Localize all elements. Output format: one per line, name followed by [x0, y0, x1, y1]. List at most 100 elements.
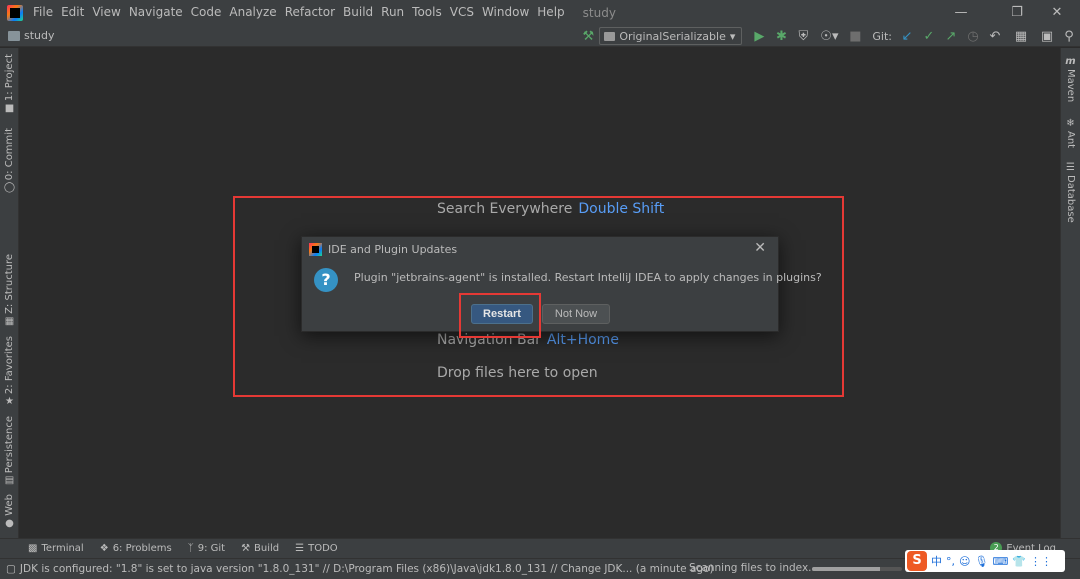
menu-help[interactable]: Help [533, 0, 568, 25]
menu-bar: File Edit View Navigate Code Analyze Ref… [0, 0, 1080, 25]
window-title: study [582, 5, 616, 20]
tab-favorites[interactable]: 2: Favorites ★ [0, 336, 19, 409]
menu-file[interactable]: File [29, 0, 57, 25]
tab-persistence[interactable]: Persistence ▤ [0, 416, 19, 488]
menu-build[interactable]: Build [339, 0, 377, 25]
run-config-label: OriginalSerializable [619, 29, 726, 43]
status-message[interactable]: ▢ JDK is configured: "1.8" is set to jav… [6, 563, 714, 575]
history-icon[interactable]: ◷ [962, 25, 984, 47]
intellij-logo-icon [7, 4, 23, 21]
hint-navigation-bar: Navigation Bar Alt+Home [437, 332, 619, 348]
dialog-message: Plugin "jetbrains-agent" is installed. R… [354, 271, 822, 284]
indexing-status-text[interactable]: Scanning files to index... [689, 562, 818, 574]
hint-search-everywhere: Search Everywhere Double Shift [437, 201, 665, 217]
build-hammer-icon[interactable]: ⚒ [577, 25, 599, 47]
menu-refactor[interactable]: Refactor [281, 0, 339, 25]
tab-build[interactable]: ⚒ Build [241, 543, 279, 554]
indexing-progress-fill [812, 567, 880, 571]
message-icon: ▢ [6, 563, 16, 575]
menu-code[interactable]: Code [187, 0, 226, 25]
presentation-icon[interactable]: ▣ [1036, 25, 1058, 47]
tab-maven[interactable]: m Maven [1061, 54, 1080, 102]
tab-problems[interactable]: ❖ 6: Problems [100, 543, 172, 554]
ant-icon: ❄ [1066, 118, 1075, 129]
microphone-icon[interactable]: 🎙 [974, 555, 988, 568]
folder-icon: ■ [4, 103, 15, 115]
git-label: Git: [872, 29, 892, 43]
menu-vcs[interactable]: VCS [446, 0, 478, 25]
ime-punctuation[interactable]: °, [946, 555, 955, 568]
terminal-icon: ▩ [28, 543, 38, 554]
tab-structure[interactable]: Z: Structure ▦ [0, 254, 19, 329]
database-icon: ☰ [1066, 162, 1075, 173]
menu-run[interactable]: Run [377, 0, 408, 25]
navigation-toolbar: study ⚒ OriginalSerializable ▾ ▶ ✱ ⛨ ☉▾ … [0, 25, 1080, 47]
hammer-icon: ⚒ [241, 543, 251, 554]
indexing-progress-bar[interactable] [812, 567, 902, 571]
hint-drop-files: Drop files here to open [437, 365, 598, 381]
project-name: study [24, 29, 55, 42]
restore-icon[interactable]: ❐ [1000, 0, 1034, 25]
menu-analyze[interactable]: Analyze [225, 0, 280, 25]
not-now-button[interactable]: Not Now [542, 304, 610, 324]
tab-ant[interactable]: ❄ Ant [1061, 116, 1080, 148]
toolbox-icon[interactable]: ⋮⋮ [1030, 555, 1052, 568]
git-commit-icon[interactable]: ✓ [918, 25, 940, 47]
menu-view[interactable]: View [88, 0, 124, 25]
keyboard-icon[interactable]: ⌨ [992, 555, 1008, 568]
dialog-title: IDE and Plugin Updates [328, 242, 458, 256]
menu-tools[interactable]: Tools [408, 0, 446, 25]
menu-window[interactable]: Window [478, 0, 533, 25]
commit-icon: ◯ [3, 182, 16, 194]
project-breadcrumb[interactable]: study [8, 29, 55, 42]
left-tool-strip: 1: Project ■ 0: Commit ◯ Z: Structure ▦ … [0, 48, 19, 538]
tab-project[interactable]: 1: Project ■ [0, 54, 19, 116]
run-config-dropdown[interactable]: OriginalSerializable ▾ [599, 27, 743, 45]
project-structure-icon[interactable]: ▦ [1010, 25, 1032, 47]
minimize-icon[interactable]: — [944, 0, 978, 25]
tab-web[interactable]: Web ● [0, 494, 19, 531]
tab-commit[interactable]: 0: Commit ◯ [0, 128, 19, 195]
list-icon: ☰ [295, 543, 305, 554]
emoji-icon[interactable]: ☺ [959, 555, 970, 568]
restart-button[interactable]: Restart [471, 304, 533, 324]
coverage-icon[interactable]: ⛨ [792, 25, 814, 47]
tab-database[interactable]: ☰ Database [1061, 160, 1080, 223]
plugin-updates-dialog: IDE and Plugin Updates ✕ ? Plugin "jetbr… [301, 236, 822, 332]
git-branch-icon: ᛉ [187, 543, 194, 554]
intellij-logo-icon [309, 242, 322, 256]
shortcut-alt-home[interactable]: Alt+Home [547, 332, 619, 348]
problems-icon: ❖ [99, 543, 109, 554]
right-tool-strip: m Maven ❄ Ant ☰ Database [1060, 48, 1080, 538]
close-icon[interactable]: ✕ [754, 240, 766, 256]
dialog-titlebar: IDE and Plugin Updates [302, 237, 778, 261]
question-icon: ? [314, 268, 338, 292]
folder-icon [8, 30, 20, 41]
ime-toolbar: S 中 °, ☺ 🎙 ⌨ 👕 ⋮⋮ [905, 550, 1065, 572]
menu-edit[interactable]: Edit [57, 0, 88, 25]
ime-chinese-mode[interactable]: 中 [931, 553, 942, 569]
config-icon [604, 31, 616, 41]
shortcut-double-shift[interactable]: Double Shift [578, 201, 664, 217]
sogou-logo-icon[interactable]: S [907, 551, 927, 571]
structure-icon: ▦ [4, 315, 15, 327]
run-icon[interactable]: ▶ [748, 25, 770, 47]
close-window-icon[interactable]: ✕ [1040, 0, 1074, 25]
profile-dropdown-icon[interactable]: ☉▾ [814, 25, 844, 47]
persistence-icon: ▤ [4, 475, 15, 487]
git-update-icon[interactable]: ↙ [896, 25, 918, 47]
star-icon: ★ [5, 396, 14, 408]
skin-icon[interactable]: 👕 [1012, 555, 1026, 568]
menu-navigate[interactable]: Navigate [125, 0, 187, 25]
tab-git[interactable]: ᛉ 9: Git [188, 543, 225, 554]
rollback-icon[interactable]: ↶ [984, 25, 1006, 47]
globe-icon: ● [5, 517, 14, 529]
maven-icon: m [1065, 56, 1076, 67]
search-icon[interactable]: ⚲ [1058, 25, 1080, 47]
debug-icon[interactable]: ✱ [770, 25, 792, 47]
tab-todo[interactable]: ☰ TODO [295, 543, 338, 554]
tab-terminal[interactable]: ▩ Terminal [28, 543, 84, 554]
chevron-down-icon: ▾ [729, 29, 736, 43]
stop-icon[interactable]: ■ [844, 25, 866, 47]
git-push-icon[interactable]: ↗ [940, 25, 962, 47]
